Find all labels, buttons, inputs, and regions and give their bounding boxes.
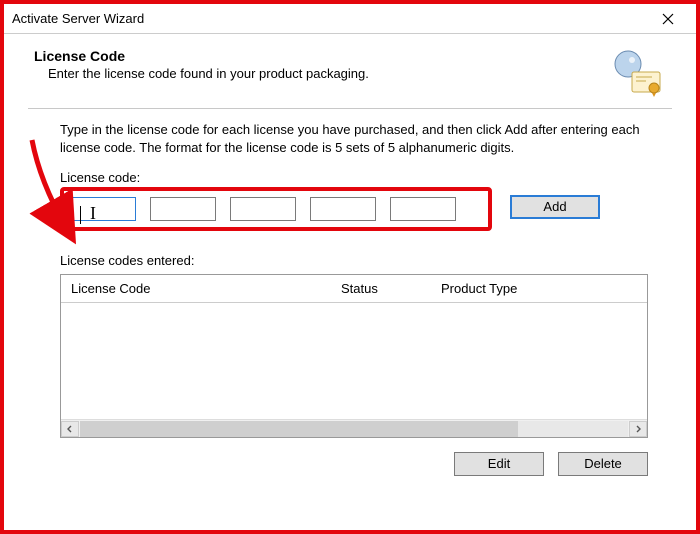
scroll-thumb[interactable] [80,421,518,437]
edit-button[interactable]: Edit [454,452,544,476]
entered-codes-label: License codes entered: [60,253,654,268]
list-header: License Code Status Product Type [61,275,647,303]
license-code-label: License code: [60,170,654,185]
delete-button[interactable]: Delete [558,452,648,476]
license-icon [606,48,666,98]
column-product-type[interactable]: Product Type [441,281,647,296]
license-field-2[interactable] [150,197,216,221]
add-button[interactable]: Add [510,195,600,219]
column-license-code[interactable]: License Code [61,281,341,296]
horizontal-scrollbar[interactable] [61,419,647,437]
wizard-header: License Code Enter the license code foun… [4,34,696,108]
window-title: Activate Server Wizard [12,11,144,26]
scroll-track[interactable] [80,421,628,437]
instruction-text: Type in the license code for each licens… [60,121,640,156]
close-button[interactable] [648,5,688,33]
license-input-group: I [60,187,492,231]
license-codes-list[interactable]: License Code Status Product Type [60,274,648,438]
license-field-3[interactable] [230,197,296,221]
titlebar: Activate Server Wizard [4,4,696,34]
license-field-4[interactable] [310,197,376,221]
text-caret [80,206,81,224]
scroll-left-icon[interactable] [61,421,79,437]
license-field-5[interactable] [390,197,456,221]
close-icon [662,13,674,25]
header-subtitle: Enter the license code found in your pro… [34,66,596,81]
column-status[interactable]: Status [341,281,441,296]
scroll-right-icon[interactable] [629,421,647,437]
list-body [61,303,647,419]
header-title: License Code [34,48,596,64]
